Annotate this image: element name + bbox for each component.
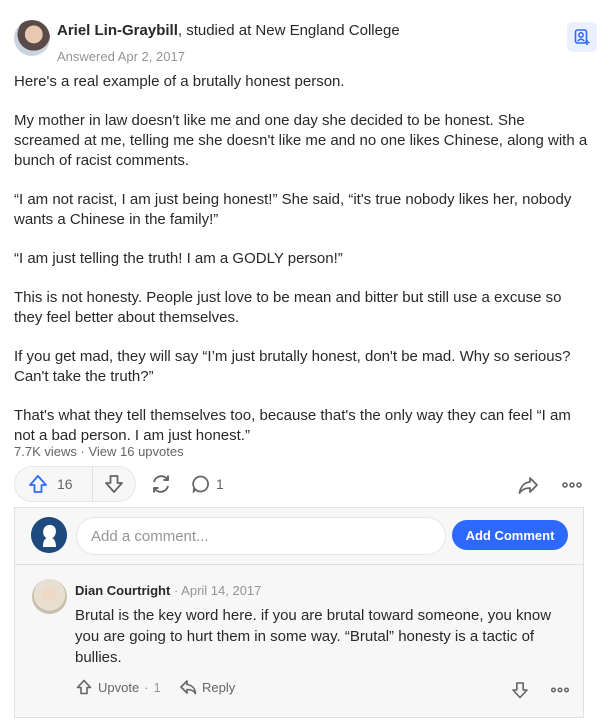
comment-text: Brutal is the key word here. if you are … [75,607,552,666]
commenter-name[interactable]: Dian Courtright [75,583,170,598]
stats-separator: · [76,444,89,459]
views-count: 7.7K views [14,444,77,459]
answer-paragraph: This is not honesty. People just love to… [14,289,562,326]
comment-separator: · [170,583,182,598]
comment-upvote-label: Upvote [98,679,140,695]
answer-paragraph: If you get mad, they will say “I’m just … [14,348,571,385]
comment-date[interactable]: April 14, 2017 [181,583,261,598]
downvote-icon [105,475,123,493]
more-icon[interactable] [561,474,583,496]
upvote-icon [29,475,47,493]
author-avatar[interactable] [14,20,50,56]
comment-icon [192,475,209,493]
comment-upvote-separator: · [144,679,149,695]
answered-date[interactable]: Answered Apr 2, 2017 [57,49,185,64]
reply-button[interactable]: Reply [179,678,235,696]
right-actions [517,474,583,496]
add-comment-button[interactable]: Add Comment [452,520,568,550]
reply-label: Reply [202,679,236,695]
reshare-icon [153,475,169,493]
comment-right-actions [510,680,570,700]
comment-actions: Upvote · 1 Reply [75,678,570,704]
reply-icon [180,680,197,695]
author-line: Ariel Lin-Graybill, studied at New Engla… [57,22,400,39]
share-icon[interactable] [517,474,539,496]
comment-input[interactable] [76,517,446,555]
comments-section: Add Comment Dian Courtright · April 14, … [14,507,584,718]
author-name[interactable]: Ariel Lin-Graybill [57,22,178,39]
more-icon[interactable] [550,680,570,700]
answer-paragraph: “I am not racist, I am just being honest… [14,191,572,228]
answer-paragraph: That's what they tell themselves too, be… [14,407,571,444]
follow-button[interactable] [567,22,597,52]
answer-header: Ariel Lin-Graybill, studied at New Engla… [14,14,597,64]
action-bar: 16 1 [14,466,597,502]
comment-composer: Add Comment [15,508,583,565]
downvote-icon[interactable] [510,680,530,700]
upvote-count: 16 [57,476,73,492]
commenter-avatar[interactable] [32,579,67,614]
downvote-button[interactable] [93,467,135,501]
upvote-button[interactable]: 16 [15,467,93,501]
current-user-avatar[interactable] [31,517,67,553]
author-credential[interactable]: , studied at New England College [178,22,400,39]
answer-paragraph: My mother in law doesn't like me and one… [14,112,588,169]
vote-pill: 16 [14,466,136,502]
answer-stats: 7.7K views · View 16 upvotes [14,444,184,459]
follow-icon [574,29,590,45]
comment-header: Dian Courtright · April 14, 2017 [75,583,261,598]
answer-paragraph: “I am just telling the truth! I am a GOD… [14,250,343,267]
comment-button[interactable]: 1 [191,474,224,494]
comment-upvote-count: 1 [153,679,161,695]
reshare-button[interactable] [148,471,174,502]
comment-item: Dian Courtright · April 14, 2017 Brutal … [15,566,583,718]
comment-upvote-button[interactable]: Upvote · 1 [75,678,161,696]
comment-count: 1 [216,476,224,492]
answer-paragraph: Here's a real example of a brutally hone… [14,73,345,90]
upvote-icon [76,679,92,695]
user-silhouette-icon [31,517,67,553]
answer-body: Here's a real example of a brutally hone… [14,72,589,465]
view-upvotes-link[interactable]: View 16 upvotes [88,444,183,459]
